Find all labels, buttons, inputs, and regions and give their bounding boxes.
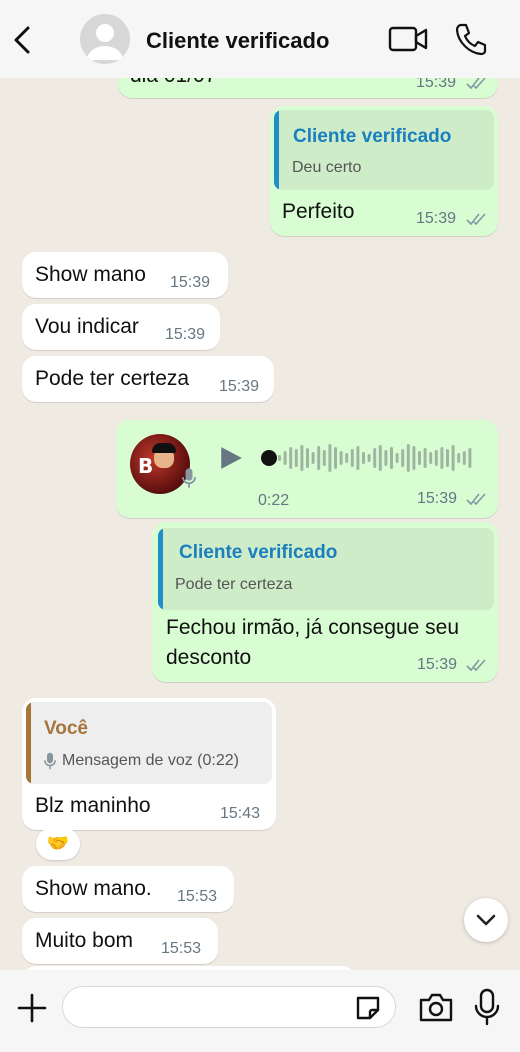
message-text: Perfeito (282, 200, 355, 223)
message-text: Pode ter certeza (35, 367, 190, 390)
chat-header: Cliente verificado (0, 0, 520, 78)
message-incoming[interactable]: Pode ter certeza 15:39 (22, 356, 274, 402)
message-text: Vou indicar (35, 315, 139, 338)
message-outgoing[interactable]: Cliente verificado Deu certo Perfeito 15… (270, 106, 498, 236)
quoted-message[interactable]: Cliente verificado Pode ter certeza (158, 528, 494, 610)
chevron-down-icon (476, 914, 496, 926)
quote-accent-bar (274, 110, 279, 190)
quote-author: Cliente verificado (293, 126, 452, 147)
avatar-icon (87, 24, 123, 60)
message-incoming[interactable]: Show mano 15:39 (22, 252, 228, 298)
quote-text: Deu certo (292, 159, 362, 176)
quoted-message[interactable]: Você Mensagem de voz (0:22) (26, 702, 272, 784)
avatar[interactable] (80, 14, 130, 64)
message-time: 15:43 (220, 805, 261, 822)
message-time: 15:39 (170, 274, 211, 291)
message-input[interactable] (62, 986, 396, 1028)
quote-author: Cliente verificado (179, 542, 338, 563)
message-time: 15:39 (417, 656, 458, 673)
video-call-icon[interactable] (388, 24, 428, 54)
message-composer (0, 970, 520, 1052)
back-arrow-icon[interactable] (8, 22, 38, 58)
message-time: 15:39 (416, 210, 457, 227)
message-text-line: desconto (166, 646, 252, 669)
read-ticks-icon (466, 493, 486, 506)
message-outgoing[interactable]: Cliente verificado Pode ter certeza Fech… (152, 522, 498, 682)
sticker-icon[interactable] (352, 992, 384, 1024)
quote-text: Pode ter certeza (175, 576, 293, 593)
mic-icon (44, 752, 56, 770)
message-time: 15:53 (177, 888, 218, 905)
handshake-emoji: 🤝 (46, 833, 70, 854)
read-ticks-icon (466, 659, 486, 672)
message-incoming[interactable]: Você Mensagem de voz (0:22) Blz maninho … (22, 698, 276, 830)
quote-author: Você (44, 718, 89, 739)
message-time: 15:39 (417, 490, 458, 507)
message-incoming[interactable]: Show mano. 15:53 (22, 866, 234, 912)
scroll-to-bottom-button[interactable] (464, 898, 508, 942)
message-time: 15:39 (165, 326, 206, 343)
voice-sender-avatar: B (130, 434, 190, 494)
voice-message[interactable]: B 0:22 15:39 (116, 420, 498, 518)
message-text: Show mano. (35, 877, 152, 900)
quote-text: Mensagem de voz (0:22) (62, 752, 239, 769)
camera-icon[interactable] (418, 990, 454, 1024)
message-time: 15:53 (161, 940, 202, 957)
contact-name[interactable]: Cliente verificado (146, 28, 329, 54)
mic-icon (182, 468, 196, 488)
message-time: 15:39 (219, 378, 260, 395)
quote-accent-bar (26, 702, 31, 784)
message-text: Muito bom (35, 929, 134, 952)
playback-position-dot[interactable] (261, 450, 277, 466)
play-icon[interactable] (218, 444, 244, 472)
mic-icon[interactable] (474, 988, 500, 1026)
chat-area: dia 01/07 15:39 Cliente verificado Deu c… (0, 0, 520, 970)
message-text-line: Fechou irmão, já consegue seu (166, 616, 460, 639)
quote-accent-bar (158, 528, 163, 610)
read-ticks-icon (466, 213, 486, 226)
message-text: Show mano (35, 263, 146, 286)
message-incoming[interactable]: Muito bom 15:53 (22, 918, 218, 964)
read-ticks-icon (466, 77, 486, 90)
reaction-badge[interactable]: 🤝 (36, 828, 80, 860)
voice-duration: 0:22 (258, 492, 290, 509)
phone-call-icon[interactable] (454, 22, 488, 56)
message-incoming[interactable]: Vou indicar 15:39 (22, 304, 220, 350)
plus-icon[interactable] (16, 992, 48, 1024)
quoted-message[interactable]: Cliente verificado Deu certo (274, 110, 494, 190)
voice-waveform[interactable] (278, 438, 478, 478)
message-text: Blz maninho (35, 794, 151, 817)
